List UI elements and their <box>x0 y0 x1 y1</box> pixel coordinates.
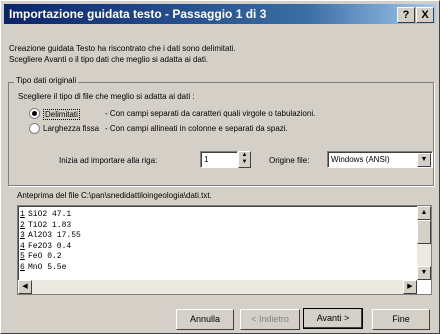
finish-button[interactable]: Fine <box>372 309 430 330</box>
preview-row: 4 Fe2O3 0.4 <box>20 241 72 251</box>
start-row-field[interactable]: 1 <box>200 151 238 168</box>
close-button[interactable]: X <box>416 7 434 23</box>
chevron-down-icon[interactable]: ▼ <box>417 153 431 167</box>
cancel-button[interactable]: Annulla <box>176 309 234 330</box>
vertical-scrollbar[interactable]: ▲ ▼ <box>417 206 431 280</box>
start-row-value: 1 <box>204 155 209 164</box>
back-button[interactable]: < Indietro <box>240 309 300 330</box>
preview-row: 6 MnO 5.5e <box>20 262 67 272</box>
fixed-width-label[interactable]: Larghezza fissa <box>43 124 99 133</box>
intro-line-1: Creazione guidata Testo ha riscontrato c… <box>9 44 236 53</box>
origin-value: Windows (ANSI) <box>331 155 390 164</box>
help-button[interactable]: ? <box>397 7 415 23</box>
title-bar: Importazione guidata testo - Passaggio 1… <box>4 4 436 24</box>
intro-line-2: Scegliere Avanti o il tipo dati che megl… <box>9 55 209 64</box>
next-button[interactable]: Avanti > <box>303 308 363 329</box>
fixed-width-radio[interactable] <box>29 123 40 134</box>
start-row-label: Inizia ad importare alla riga: <box>59 156 158 165</box>
preview-row: 3 Al2O3 17.55 <box>20 231 81 240</box>
preview-label: Anteprima del file C:\pan\snedidattiloin… <box>17 191 212 200</box>
start-row-spinner[interactable]: ▲ ▼ <box>238 151 251 168</box>
scroll-left-icon[interactable]: ◀ <box>18 280 32 294</box>
fixed-width-desc: - Con campi allineati in colonne e separ… <box>105 124 288 133</box>
scroll-right-icon[interactable]: ▶ <box>403 280 417 294</box>
dialog-title: Importazione guidata testo - Passaggio 1… <box>9 7 267 21</box>
origin-select[interactable]: Windows (ANSI) ▼ <box>327 151 433 168</box>
file-preview[interactable]: 1 SiO2 47.1 2 TiO2 1.83 3 Al2O3 17.55 4 Fe2O… <box>17 205 432 295</box>
scroll-thumb[interactable] <box>417 220 431 244</box>
scroll-down-icon[interactable]: ▼ <box>417 266 431 280</box>
text-import-dialog: Importazione guidata testo - Passaggio 1… <box>0 0 440 334</box>
scroll-up-icon[interactable]: ▲ <box>417 206 431 220</box>
delimited-label[interactable]: Delimitati <box>43 109 80 120</box>
preview-lines: 1 SiO2 47.1 2 TiO2 1.83 3 Al2O3 17.55 4 Fe2O… <box>20 210 412 273</box>
delimited-desc: - Con campi separati da caratteri quali … <box>105 109 316 118</box>
preview-row: 1 SiO2 47.1 <box>20 210 72 219</box>
horizontal-scrollbar[interactable]: ◀ ▶ <box>18 280 417 294</box>
group-legend: Tipo dati originali <box>14 76 79 85</box>
preview-row: 2 TiO2 1.83 <box>20 220 72 230</box>
origin-label: Origine file: <box>269 156 310 165</box>
delimited-radio[interactable] <box>29 108 40 119</box>
preview-row: 5 FeO 0.2 <box>20 252 62 261</box>
group-heading: Scegliere il tipo di file che meglio si … <box>18 92 195 101</box>
